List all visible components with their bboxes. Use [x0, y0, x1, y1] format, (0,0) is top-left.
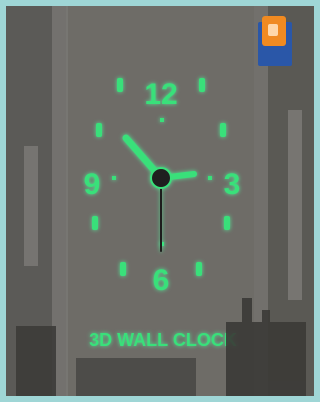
numeral-6: 6 — [153, 264, 170, 297]
clock-photo: 12 3 6 9 3D WALL CLOCK — [6, 6, 314, 396]
numeral-9: 9 — [84, 168, 101, 201]
left-wall-decal — [24, 146, 38, 266]
brand-badge-icon — [258, 16, 292, 66]
right-wall-decal — [288, 110, 302, 300]
product-caption: 3D WALL CLOCK — [89, 330, 237, 350]
product-photo-frame: 12 3 6 9 3D WALL CLOCK — [0, 0, 320, 402]
numeral-12: 12 — [144, 78, 177, 111]
numeral-3: 3 — [224, 168, 241, 201]
hand-hub — [150, 167, 172, 189]
